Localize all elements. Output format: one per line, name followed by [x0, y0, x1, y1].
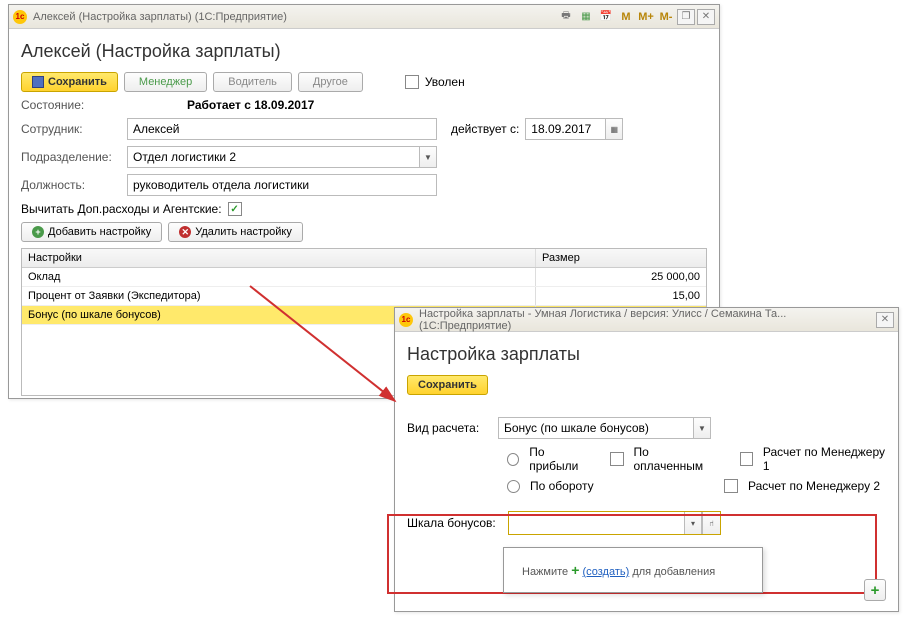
detail-heading: Настройка зарплаты [407, 344, 886, 365]
tab-manager[interactable]: Менеджер [124, 72, 207, 92]
paid-checkbox[interactable] [610, 452, 623, 466]
calc-type-label: Вид расчета: [407, 421, 492, 435]
chevron-down-icon[interactable]: ▼ [419, 146, 437, 168]
cell-name: Процент от Заявки (Экспедитора) [22, 287, 536, 305]
dept-label: Подразделение: [21, 150, 121, 164]
mgr2-checkbox[interactable] [724, 479, 738, 493]
valid-from-input[interactable] [525, 118, 605, 140]
detail-window: 1c Настройка зарплаты - Умная Логистика … [394, 307, 899, 612]
page-heading: Алексей (Настройка зарплаты) [21, 41, 707, 62]
delete-setting-button[interactable]: ✕ Удалить настройку [168, 222, 303, 242]
save-button[interactable]: Сохранить [21, 72, 118, 92]
mgr1-checkbox[interactable] [740, 452, 753, 466]
mem-mminus-icon[interactable]: M- [657, 9, 675, 25]
delete-setting-label: Удалить настройку [195, 226, 292, 238]
employee-input[interactable] [127, 118, 437, 140]
close-icon[interactable]: ✕ [876, 312, 894, 328]
close-icon[interactable]: ✕ [697, 9, 715, 25]
restore-icon[interactable]: ❐ [677, 9, 695, 25]
create-link[interactable]: (создать) [582, 566, 629, 578]
radio-turnover[interactable] [507, 480, 520, 493]
tab-other[interactable]: Другое [298, 72, 363, 92]
save-icon [32, 76, 44, 88]
mem-m-icon[interactable]: M [617, 9, 635, 25]
radio-profit[interactable] [507, 453, 519, 466]
add-setting-label: Добавить настройку [48, 226, 151, 238]
cell-value: 25 000,00 [536, 268, 706, 286]
main-title: Алексей (Настройка зарплаты) (1С:Предпри… [33, 11, 557, 23]
detail-save-button[interactable]: Сохранить [407, 375, 488, 395]
employee-label: Сотрудник: [21, 122, 121, 136]
deduct-checkbox[interactable] [228, 202, 242, 216]
tab-driver[interactable]: Водитель [213, 72, 292, 92]
plus-icon: + [571, 562, 579, 578]
detail-title: Настройка зарплаты - Умная Логистика / в… [419, 308, 876, 332]
app-icon: 1c [13, 10, 27, 24]
mgr2-label: Расчет по Менеджеру 2 [748, 479, 880, 493]
position-label: Должность: [21, 178, 121, 192]
calendar-icon[interactable]: 📅 [597, 9, 615, 25]
calc-icon[interactable]: ▦ [577, 9, 595, 25]
table-row[interactable]: Процент от Заявки (Экспедитора) 15,00 [22, 287, 706, 306]
state-value: Работает с 18.09.2017 [187, 98, 314, 112]
mgr1-label: Расчет по Менеджеру 1 [763, 445, 886, 473]
cell-name: Оклад [22, 268, 536, 286]
dept-input[interactable] [127, 146, 419, 168]
app-icon: 1c [399, 313, 413, 327]
paid-label: По оплаченным [634, 445, 716, 473]
plus-icon: + [871, 582, 880, 599]
main-titlebar: 1c Алексей (Настройка зарплаты) (1С:Пред… [9, 5, 719, 29]
radio-turnover-label: По обороту [530, 479, 594, 493]
cell-value: 15,00 [536, 287, 706, 305]
state-label: Состояние: [21, 98, 121, 112]
dropdown-hint-panel: Нажмите + (создать) для добавления [503, 547, 763, 593]
position-input[interactable] [127, 174, 437, 196]
th-size[interactable]: Размер [536, 249, 706, 267]
calc-type-input[interactable] [498, 417, 693, 439]
valid-from-label: действует с: [451, 122, 519, 136]
table-row[interactable]: Оклад 25 000,00 [22, 268, 706, 287]
hint-prefix: Нажмите [522, 566, 571, 578]
cross-icon: ✕ [179, 226, 191, 238]
chevron-down-icon[interactable]: ▼ [693, 417, 711, 439]
hint-suffix: для добавления [632, 566, 715, 578]
fired-checkbox[interactable] [405, 75, 419, 89]
plus-icon: + [32, 226, 44, 238]
add-setting-button[interactable]: + Добавить настройку [21, 222, 162, 242]
th-settings[interactable]: Настройки [22, 249, 536, 267]
fired-label: Уволен [425, 75, 465, 89]
print-icon[interactable]: 🖶 [557, 9, 575, 25]
mem-mplus-icon[interactable]: M+ [637, 9, 655, 25]
save-label: Сохранить [48, 76, 107, 88]
detail-titlebar: 1c Настройка зарплаты - Умная Логистика … [395, 308, 898, 332]
radio-profit-label: По прибыли [529, 445, 592, 473]
save-label: Сохранить [418, 379, 477, 391]
date-picker-icon[interactable]: ▦ [605, 118, 623, 140]
deduct-label: Вычитать Доп.расходы и Агентские: [21, 202, 222, 216]
add-button[interactable]: + [864, 579, 886, 601]
